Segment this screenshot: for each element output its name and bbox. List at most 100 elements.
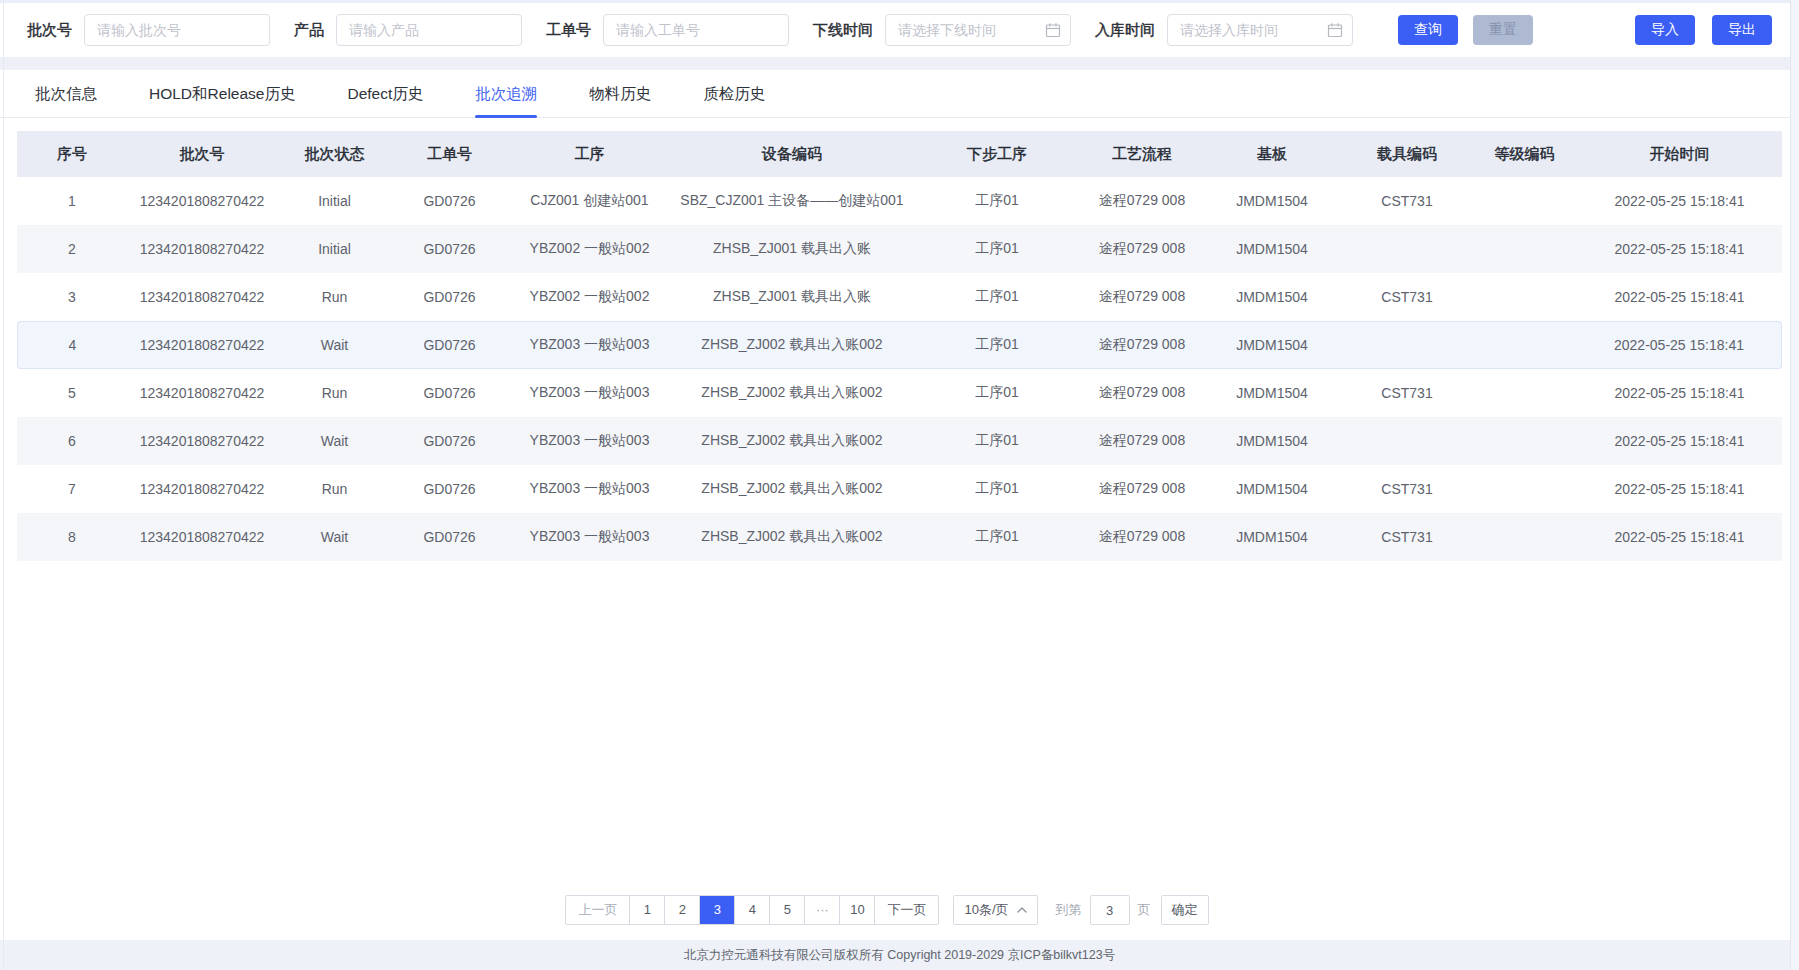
scrollbar-gutter[interactable] [1790,0,1799,970]
table-cell: Run [277,273,392,321]
text-filter-input[interactable] [336,14,522,46]
table-row[interactable]: 51234201808270422RunGD0726YBZ003 一般站003Z… [17,369,1782,417]
column-header: 工序 [507,131,672,177]
table-cell: 工序01 [912,465,1082,513]
page-size-select[interactable]: 10条/页 [953,895,1037,925]
table-row[interactable]: 31234201808270422RunGD0726YBZ002 一般站002Z… [17,273,1782,321]
table-cell: 途程0729 008 [1082,417,1202,465]
table-cell: 2 [17,225,127,273]
tab-0[interactable]: 批次信息 [35,70,97,118]
table-header-row: 序号批次号批次状态工单号工序设备编码下步工序工艺流程基板载具编码等级编码开始时间 [17,131,1782,177]
table-row[interactable]: 21234201808270422InitialGD0726YBZ002 一般站… [17,225,1782,273]
filter-bar: 批次号产品工单号下线时间入库时间 查询 重置 导入 导出 [0,3,1799,57]
table-cell [1342,417,1472,465]
tab-4[interactable]: 物料历史 [589,70,651,118]
table-cell: ZHSB_ZJ002 载具出入账002 [672,321,912,369]
column-header: 开始时间 [1577,131,1782,177]
column-header: 批次状态 [277,131,392,177]
date-picker-input[interactable] [885,14,1071,46]
trace-table: 序号批次号批次状态工单号工序设备编码下步工序工艺流程基板载具编码等级编码开始时间… [17,131,1782,561]
column-header: 批次号 [127,131,277,177]
table-cell: JMDM1504 [1202,225,1342,273]
table-cell [1342,225,1472,273]
export-button[interactable]: 导出 [1712,15,1772,45]
table-cell: ZHSB_ZJ001 载具出入账 [672,225,912,273]
table-row[interactable]: 61234201808270422WaitGD0726YBZ003 一般站003… [17,417,1782,465]
table-cell: Wait [277,417,392,465]
filter-label: 批次号 [27,21,72,40]
table-cell: 1234201808270422 [127,465,277,513]
table-cell: 1234201808270422 [127,177,277,225]
table-cell [1342,321,1472,369]
tab-5[interactable]: 质检历史 [703,70,765,118]
table-cell: 途程0729 008 [1082,513,1202,561]
tab-1[interactable]: HOLD和Release历史 [149,70,295,118]
page-5-button[interactable]: 5 [769,896,804,924]
filter-label: 产品 [294,21,324,40]
table-cell: JMDM1504 [1202,465,1342,513]
section-gap [0,57,1799,70]
table-row[interactable]: 71234201808270422RunGD0726YBZ003 一般站003Z… [17,465,1782,513]
table-cell: 2022-05-25 15:18:41 [1577,273,1782,321]
table-cell: 1234201808270422 [127,369,277,417]
page-size-label: 10条/页 [964,901,1008,919]
filter-label: 入库时间 [1095,21,1155,40]
page-10-button[interactable]: 10 [839,896,874,924]
jump-suffix-label: 页 [1138,901,1151,919]
table-cell: JMDM1504 [1202,369,1342,417]
page-4-button[interactable]: 4 [734,896,769,924]
table-cell: 2022-05-25 15:18:41 [1577,369,1782,417]
filter-input-wrap [1167,14,1353,46]
table-cell: YBZ003 一般站003 [507,417,672,465]
filter-item-0: 批次号 [27,14,270,46]
filter-input-wrap [885,14,1071,46]
table-cell: 工序01 [912,417,1082,465]
table-cell: GD0726 [392,321,507,369]
table-cell: ZHSB_ZJ001 载具出入账 [672,273,912,321]
tab-3[interactable]: 批次追溯 [475,70,537,118]
copyright-text: 北京力控元通科技有限公司版权所有 Copyright 2019-2029 京IC… [684,947,1115,964]
table-row[interactable]: 81234201808270422WaitGD0726YBZ003 一般站003… [17,513,1782,561]
tab-bar: 批次信息 HOLD和Release历史 Defect历史 批次追溯 物料历史 质检历史 [0,70,1799,118]
table-cell: 1234201808270422 [127,225,277,273]
table-row[interactable]: 41234201808270422WaitGD0726YBZ003 一般站003… [17,321,1782,369]
table-cell: GD0726 [392,225,507,273]
table-cell: Wait [277,513,392,561]
trace-table-wrap: 序号批次号批次状态工单号工序设备编码下步工序工艺流程基板载具编码等级编码开始时间… [17,131,1782,561]
reset-button[interactable]: 重置 [1473,15,1533,45]
query-button[interactable]: 查询 [1398,15,1458,45]
chevron-up-icon [1017,905,1027,915]
table-cell: 工序01 [912,321,1082,369]
page-ellipsis[interactable]: ··· [804,896,839,924]
pager-group: 上一页12345···10下一页 [565,895,939,925]
column-header: 下步工序 [912,131,1082,177]
tab-2[interactable]: Defect历史 [347,70,423,118]
column-header: 载具编码 [1342,131,1472,177]
date-picker-input[interactable] [1167,14,1353,46]
table-cell: 工序01 [912,369,1082,417]
table-cell: 工序01 [912,273,1082,321]
page-2-button[interactable]: 2 [664,896,699,924]
table-cell [1472,177,1577,225]
table-cell [1472,417,1577,465]
table-cell: CST731 [1342,177,1472,225]
column-header: 序号 [17,131,127,177]
confirm-button[interactable]: 确定 [1161,895,1209,925]
next-page-button[interactable]: 下一页 [874,896,938,924]
import-button[interactable]: 导入 [1635,15,1695,45]
jump-page-input[interactable] [1090,895,1130,925]
table-row[interactable]: 11234201808270422InitialGD0726CJZ001 创建站… [17,177,1782,225]
page-3-button[interactable]: 3 [699,896,734,924]
content-panel: 批次信息 HOLD和Release历史 Defect历史 批次追溯 物料历史 质检历史 序… [0,70,1799,937]
text-filter-input[interactable] [603,14,789,46]
table-cell: SBZ_CJZ001 主设备——创建站001 [672,177,912,225]
page-1-button[interactable]: 1 [629,896,664,924]
table-cell: 4 [17,321,127,369]
filter-label: 工单号 [546,21,591,40]
text-filter-input[interactable] [84,14,270,46]
calendar-icon [1327,22,1343,38]
filter-input-wrap [336,14,522,46]
prev-page-button[interactable]: 上一页 [566,896,629,924]
table-cell: Run [277,369,392,417]
table-cell: CST731 [1342,369,1472,417]
